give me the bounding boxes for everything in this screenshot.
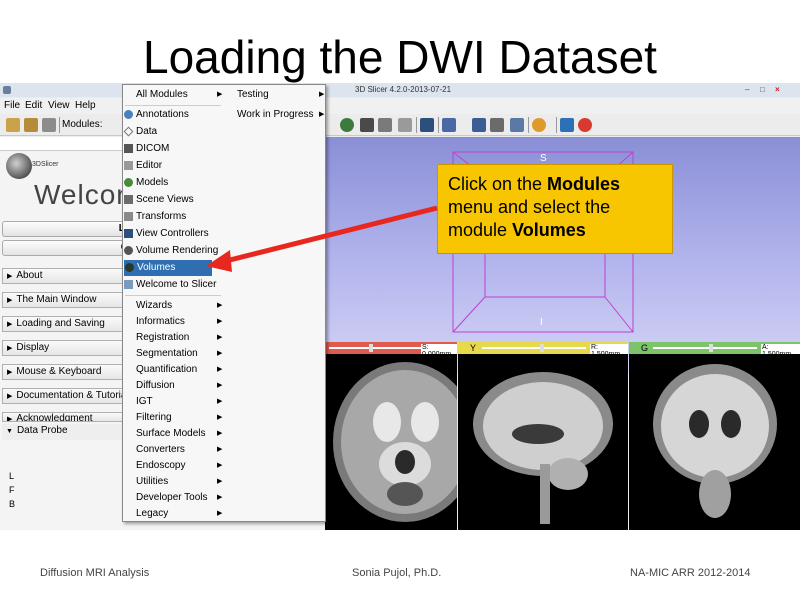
footer-author: Sonia Pujol, Ph.D.: [352, 567, 442, 579]
callout-arrow: [206, 205, 438, 272]
footer-project: NA-MIC ARR 2012-2014: [630, 567, 751, 579]
footer-course: Diffusion MRI Analysis: [40, 567, 150, 579]
